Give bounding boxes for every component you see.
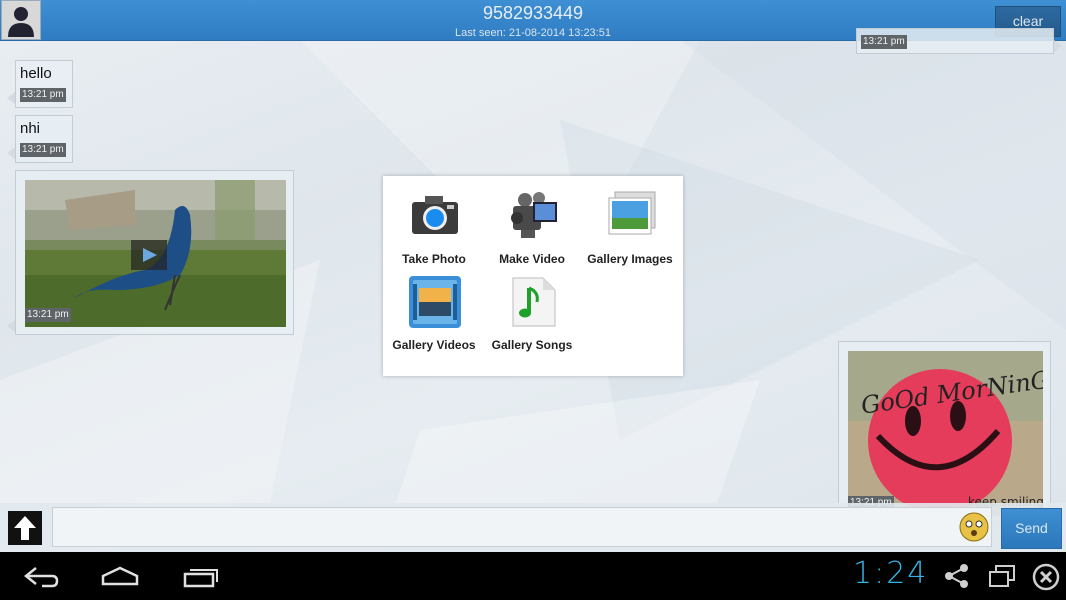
bubble-tail <box>7 147 15 159</box>
contact-number: 9582933449 <box>482 3 584 23</box>
message-text: hello <box>20 65 52 82</box>
take-photo-option[interactable]: Take Photo <box>385 190 483 270</box>
chat-screen: 9582933449 Last seen: 21-08-2014 13:23:5… <box>0 0 1066 552</box>
message-bubble-outgoing[interactable]: 13:21 pm <box>856 28 1054 54</box>
message-time: 13:21 pm <box>25 308 71 322</box>
gallery-images-option[interactable]: Gallery Images <box>581 190 679 270</box>
gallery-images-icon <box>608 191 656 235</box>
video-camera-icon <box>511 192 557 238</box>
emoji-icon[interactable] <box>959 512 989 542</box>
attachment-dialog: Take Photo Make Video Gallery Images Gal… <box>383 176 683 376</box>
message-time: 13:21 pm <box>20 143 66 157</box>
image-thumbnail[interactable]: GoOd MorNinG keep smiling <box>848 351 1043 516</box>
gallery-songs-option[interactable]: Gallery Songs <box>483 276 581 356</box>
option-label: Take Photo <box>402 252 466 266</box>
option-label: Gallery Videos <box>392 338 476 352</box>
option-label: Gallery Songs <box>491 338 573 352</box>
message-bubble-incoming[interactable]: nhi 13:21 pm <box>15 115 73 163</box>
arrow-up-icon <box>14 516 36 540</box>
status-clock: 1:24 <box>853 556 929 591</box>
bubble-tail <box>7 92 15 104</box>
make-video-option[interactable]: Make Video <box>483 190 581 270</box>
image-message-bubble[interactable]: GoOd MorNinG keep smiling 13:21 pm <box>838 341 1051 521</box>
message-time: 13:21 pm <box>861 35 907 49</box>
recent-apps-icon[interactable] <box>182 562 220 590</box>
share-icon[interactable] <box>943 562 971 590</box>
video-thumbnail[interactable] <box>25 180 286 327</box>
option-label: Make Video <box>499 252 565 266</box>
video-message-bubble[interactable]: 13:21 pm <box>15 170 294 335</box>
message-composer: Send <box>0 503 1066 552</box>
option-label: Gallery Images <box>587 252 673 266</box>
window-icon[interactable] <box>986 562 1018 590</box>
gallery-videos-icon <box>409 276 461 328</box>
message-bubble-incoming[interactable]: hello 13:21 pm <box>15 60 73 108</box>
music-note-icon <box>512 277 556 327</box>
bubble-tail <box>7 320 15 332</box>
gallery-videos-option[interactable]: Gallery Videos <box>385 276 483 356</box>
bubble-tail <box>1054 40 1062 52</box>
back-icon[interactable] <box>22 562 60 590</box>
attach-button[interactable] <box>8 511 42 545</box>
close-icon[interactable] <box>1031 562 1061 592</box>
home-icon[interactable] <box>100 562 140 590</box>
message-input[interactable] <box>52 507 992 547</box>
message-text: nhi <box>20 120 41 137</box>
message-time: 13:21 pm <box>20 88 66 102</box>
camera-icon <box>412 196 458 234</box>
send-button[interactable]: Send <box>1001 508 1062 549</box>
